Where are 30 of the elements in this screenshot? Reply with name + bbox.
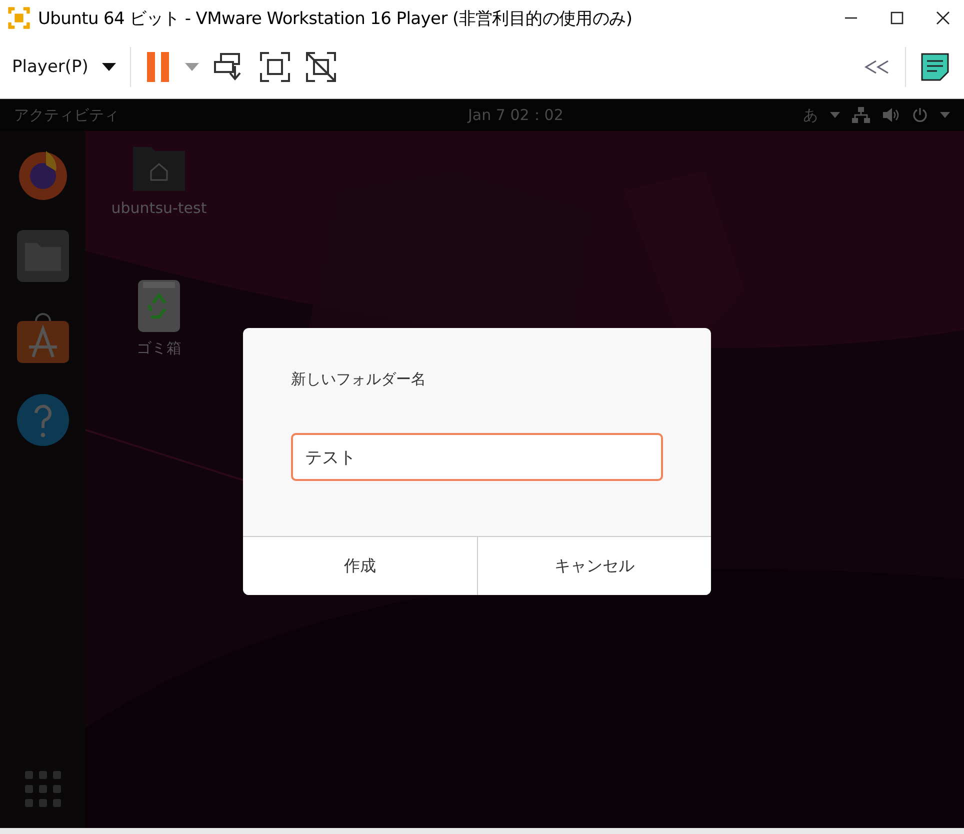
window-title: Ubuntu 64 ビット - VMware Workstation 16 Player (非営利目的の使用のみ) <box>38 8 632 30</box>
dialog-title: 新しいフォルダー名 <box>291 370 427 389</box>
activities-button[interactable]: アクティビティ <box>14 106 119 124</box>
note-icon[interactable] <box>920 52 950 82</box>
volume-icon[interactable] <box>882 107 900 123</box>
folder-name-field[interactable]: テスト <box>291 433 663 481</box>
desktop-icon-label[interactable]: ubuntsu-test <box>111 199 207 217</box>
fullscreen-icon[interactable] <box>259 51 292 83</box>
app-logo-icon <box>6 5 32 31</box>
dialog-button[interactable]: 作成 <box>243 537 476 595</box>
network-icon[interactable] <box>852 107 870 123</box>
caret-icon <box>940 112 950 118</box>
pause-icon[interactable] <box>145 52 172 82</box>
software-store-icon[interactable] <box>16 311 70 365</box>
help-icon[interactable] <box>16 393 70 447</box>
folder-icon[interactable] <box>16 229 70 283</box>
player-menu-button[interactable]: Player(P) <box>0 57 116 77</box>
input-method-indicator[interactable]: あ <box>803 106 818 124</box>
collapse-icon[interactable] <box>863 60 891 74</box>
caret-icon <box>102 63 116 71</box>
desktop-icon-label[interactable]: ゴミ箱 <box>136 339 182 358</box>
close-icon[interactable] <box>936 11 950 25</box>
clock[interactable]: Jan 7 02：02 <box>468 106 564 124</box>
unity-icon[interactable] <box>305 51 338 83</box>
maximize-icon[interactable] <box>890 11 904 25</box>
power-icon[interactable] <box>912 107 928 123</box>
trash-icon[interactable] <box>137 279 181 333</box>
caret-icon[interactable] <box>185 63 200 71</box>
caret-icon <box>830 112 840 118</box>
dialog-button[interactable]: キャンセル <box>476 537 711 595</box>
